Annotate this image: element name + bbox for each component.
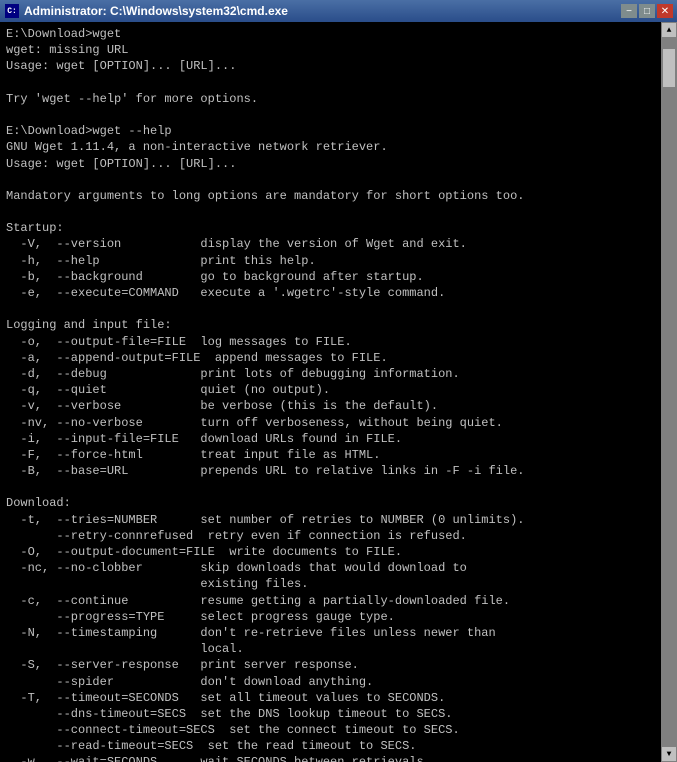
titlebar-title: Administrator: C:\Windows\system32\cmd.e… [24,4,288,18]
maximize-button[interactable]: □ [639,4,655,18]
scrollbar[interactable]: ▲ ▼ [661,22,677,762]
cmd-icon: C: [4,3,20,19]
scroll-up-arrow[interactable]: ▲ [661,22,677,38]
close-button[interactable]: ✕ [657,4,673,18]
titlebar-left: C: Administrator: C:\Windows\system32\cm… [4,3,288,19]
scrollbar-track[interactable] [661,38,677,746]
titlebar: C: Administrator: C:\Windows\system32\cm… [0,0,677,22]
terminal-output[interactable]: E:\Download>wget wget: missing URL Usage… [0,22,661,762]
scroll-down-arrow[interactable]: ▼ [661,746,677,762]
titlebar-controls: − □ ✕ [621,4,673,18]
scrollbar-thumb[interactable] [662,48,676,88]
minimize-button[interactable]: − [621,4,637,18]
terminal: E:\Download>wget wget: missing URL Usage… [0,22,677,762]
